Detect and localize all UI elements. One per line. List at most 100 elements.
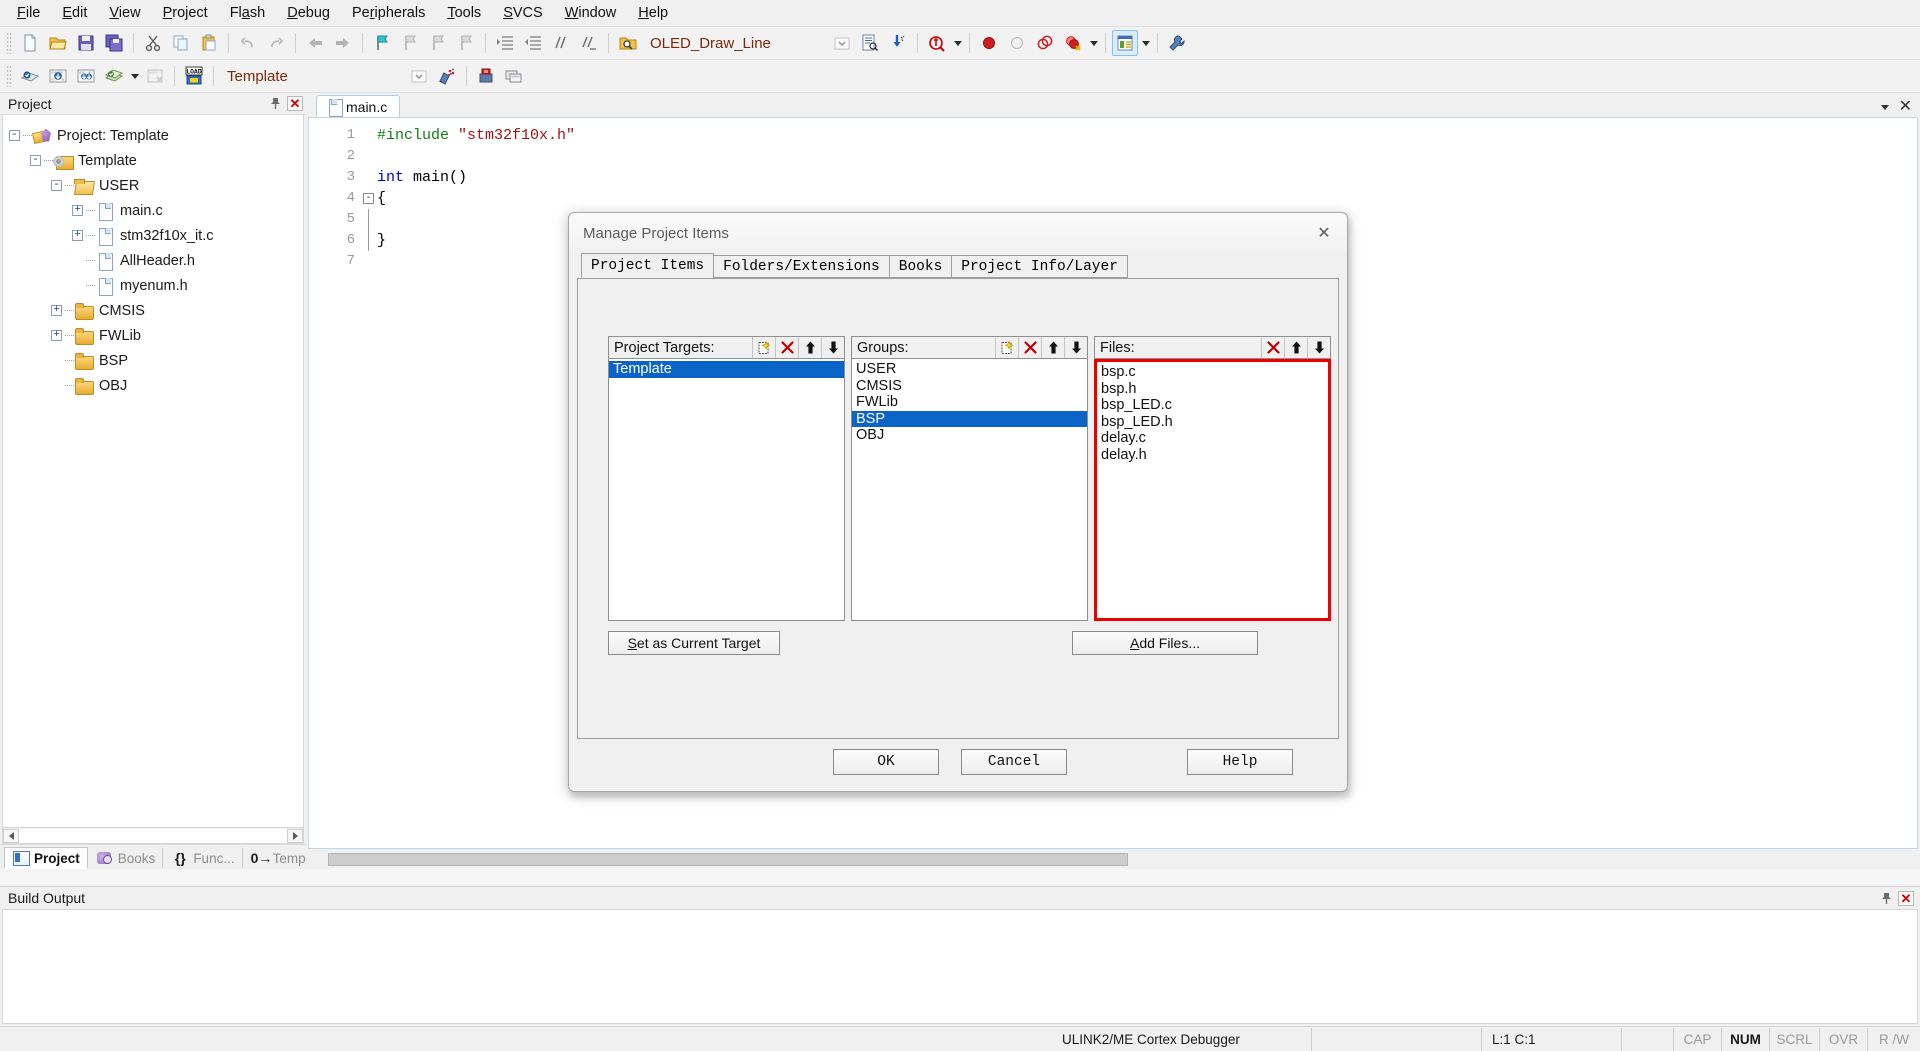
manage-project-items-icon[interactable]: [473, 63, 499, 89]
dialog-tab-folders-extensions[interactable]: Folders/Extensions: [713, 255, 890, 278]
translate-icon[interactable]: [17, 63, 43, 89]
list-box[interactable]: USERCMSISFWLibBSPOBJ: [851, 359, 1088, 621]
fold-cell[interactable]: [361, 251, 377, 272]
tree-item-fwlib[interactable]: +FWLib: [9, 323, 303, 348]
build-target-icon[interactable]: [45, 63, 71, 89]
ok-button[interactable]: OK: [833, 749, 939, 775]
code-line[interactable]: int main(): [377, 167, 1917, 188]
move-down-icon[interactable]: [1064, 337, 1087, 358]
dock-tab-project[interactable]: Project: [4, 847, 88, 869]
move-up-icon[interactable]: [1284, 337, 1307, 358]
list-item[interactable]: delay.h: [1097, 447, 1328, 464]
breakpoint-kill-all-icon[interactable]: [1060, 30, 1086, 56]
help-button[interactable]: Help: [1187, 749, 1293, 775]
list-item[interactable]: bsp.c: [1097, 364, 1328, 381]
list-item[interactable]: FWLib: [852, 394, 1087, 411]
close-icon[interactable]: ✕: [1899, 100, 1912, 114]
delete-icon[interactable]: [775, 337, 798, 358]
uncomment-icon[interactable]: [576, 30, 602, 56]
fold-cell[interactable]: [361, 230, 377, 251]
move-down-icon[interactable]: [1307, 337, 1330, 358]
bookmark-prev-icon[interactable]: [397, 30, 423, 56]
copy-icon[interactable]: [168, 30, 194, 56]
close-icon[interactable]: ✕: [287, 96, 303, 111]
tree-item-stm32f10x-it-c[interactable]: +stm32f10x_it.c: [9, 223, 303, 248]
list-item[interactable]: bsp_LED.h: [1097, 414, 1328, 431]
tree-item-project-template[interactable]: -Project: Template: [9, 123, 303, 148]
breakpoint-insert-icon[interactable]: [976, 30, 1002, 56]
menu-item-tools[interactable]: Tools: [436, 1, 492, 25]
tree-item-main-c[interactable]: +main.c: [9, 198, 303, 223]
tree-collapse-icon[interactable]: -: [51, 180, 62, 191]
list-box[interactable]: Template: [608, 359, 845, 621]
close-icon[interactable]: ✕: [1898, 891, 1914, 906]
open-file-icon[interactable]: [45, 30, 71, 56]
configuration-wizard-icon[interactable]: [1164, 30, 1190, 56]
editor-hscroll-thumb[interactable]: [328, 853, 1128, 866]
tree-item-obj[interactable]: OBJ: [9, 373, 303, 398]
fold-collapse-icon[interactable]: -: [363, 193, 374, 204]
project-window-icon[interactable]: [1112, 30, 1138, 56]
editor-tab-main-c[interactable]: main.c: [316, 95, 400, 117]
scroll-right-icon[interactable]: [287, 829, 303, 843]
insert-file-icon[interactable]: [857, 30, 883, 56]
menu-item-file[interactable]: File: [6, 1, 51, 25]
tree-expand-icon[interactable]: +: [51, 330, 62, 341]
code-line[interactable]: {: [377, 188, 1917, 209]
save-icon[interactable]: [73, 30, 99, 56]
bookmark-next-icon[interactable]: [425, 30, 451, 56]
project-tree-hscrollbar[interactable]: [2, 828, 304, 844]
find-combo-dropdown[interactable]: [829, 30, 855, 56]
delete-icon[interactable]: [1261, 337, 1284, 358]
list-item[interactable]: BSP: [852, 411, 1087, 428]
list-item[interactable]: bsp_LED.c: [1097, 397, 1328, 414]
redo-icon[interactable]: [263, 30, 289, 56]
save-all-icon[interactable]: [101, 30, 127, 56]
code-line[interactable]: #include "stm32f10x.h": [377, 125, 1917, 146]
dialog-tab-project-items[interactable]: Project Items: [581, 253, 714, 278]
toolbar-grip[interactable]: [6, 32, 12, 54]
add-files-button[interactable]: Add Files...: [1072, 631, 1258, 655]
menu-item-help[interactable]: Help: [627, 1, 679, 25]
tree-collapse-icon[interactable]: -: [30, 155, 41, 166]
tree-item-template[interactable]: -Template: [9, 148, 303, 173]
fold-cell[interactable]: [361, 125, 377, 146]
build-output-text[interactable]: [2, 909, 1918, 1024]
menu-item-project[interactable]: Project: [152, 1, 219, 25]
scroll-left-icon[interactable]: [3, 829, 19, 843]
editor-hscrollbar[interactable]: [308, 851, 1918, 867]
stop-build-icon[interactable]: [142, 63, 168, 89]
batch-build-icon[interactable]: [101, 63, 127, 89]
tree-collapse-icon[interactable]: -: [9, 130, 20, 141]
project-window-dropdown[interactable]: [1139, 30, 1152, 56]
navigate-back-icon[interactable]: [302, 30, 328, 56]
code-folding-column[interactable]: -: [361, 118, 377, 848]
list-item[interactable]: bsp.h: [1097, 381, 1328, 398]
tree-expand-icon[interactable]: +: [72, 230, 83, 241]
move-down-icon[interactable]: [821, 337, 844, 358]
batch-build-dropdown[interactable]: [128, 63, 141, 89]
tree-item-allheader-h[interactable]: AllHeader.h: [9, 248, 303, 273]
menu-item-window[interactable]: Window: [554, 1, 628, 25]
breakpoint-disable-icon[interactable]: [1004, 30, 1030, 56]
bookmark-toggle-icon[interactable]: [369, 30, 395, 56]
fold-cell[interactable]: [361, 209, 377, 230]
tree-item-cmsis[interactable]: +CMSIS: [9, 298, 303, 323]
configure-icon[interactable]: [885, 30, 911, 56]
menu-item-debug[interactable]: Debug: [276, 1, 341, 25]
build-toolbar-grip[interactable]: [6, 65, 12, 87]
menu-item-peripherals[interactable]: Peripherals: [341, 1, 436, 25]
move-up-icon[interactable]: [798, 337, 821, 358]
menu-item-flash[interactable]: Flash: [219, 1, 277, 25]
fold-cell[interactable]: -: [361, 188, 377, 209]
tree-item-myenum-h[interactable]: myenum.h: [9, 273, 303, 298]
project-tree[interactable]: -Project: Template-Template-USER+main.c+…: [2, 115, 304, 828]
outdent-icon[interactable]: [520, 30, 546, 56]
new-item-icon[interactable]: [752, 337, 775, 358]
dock-tab-func[interactable]: {}Func...: [163, 847, 242, 869]
load-icon[interactable]: LOAD: [181, 63, 207, 89]
tree-item-user[interactable]: -USER: [9, 173, 303, 198]
debug-session-dropdown[interactable]: [951, 30, 964, 56]
tree-expand-icon[interactable]: +: [72, 205, 83, 216]
chevron-down-icon[interactable]: [1881, 105, 1889, 110]
